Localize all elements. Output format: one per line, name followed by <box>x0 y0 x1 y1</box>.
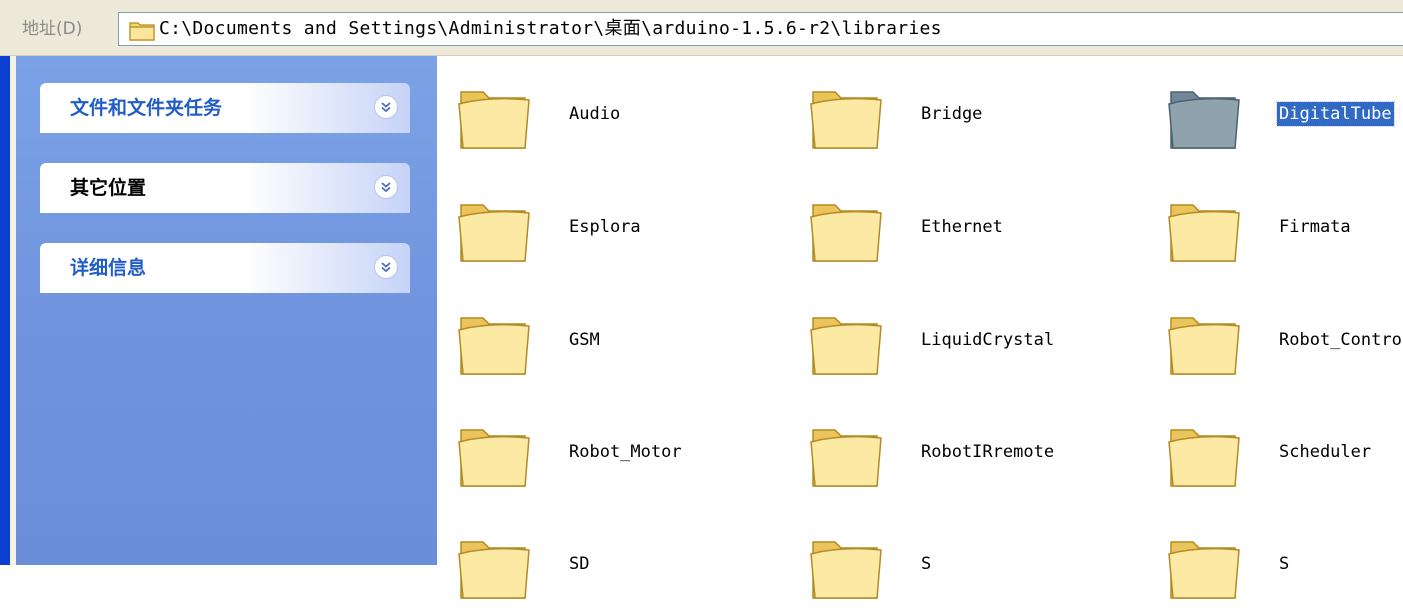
task-section-title: 文件和文件夹任务 <box>70 97 223 119</box>
folder-name: Bridge <box>921 104 983 124</box>
address-label: 地址(D) <box>22 19 83 39</box>
folder-name: S <box>1279 554 1290 574</box>
folder-icon <box>129 19 155 41</box>
task-section-title: 其它位置 <box>70 177 147 199</box>
folder-icon <box>1165 526 1245 606</box>
task-section-details[interactable]: 详细信息 <box>40 243 410 293</box>
folder-icon <box>1165 414 1245 494</box>
folder-view: Audio Bridge DigitalTube Esplora Etherne… <box>437 56 1403 599</box>
folder-icon <box>455 76 535 156</box>
folder-icon <box>807 302 887 382</box>
task-section-file-folder-tasks[interactable]: 文件和文件夹任务 <box>40 83 410 133</box>
folder-icon <box>807 526 887 606</box>
folder-icon <box>807 189 887 269</box>
folder-icon <box>455 526 535 606</box>
folder-name: Robot_Motor <box>569 442 682 462</box>
folder-icon <box>455 189 535 269</box>
folder-icon <box>455 414 535 494</box>
folder-name: LiquidCrystal <box>921 330 1055 350</box>
address-input[interactable]: C:\Documents and Settings\Administrator\… <box>118 12 1403 46</box>
chevron-double-down-icon[interactable] <box>374 175 398 199</box>
folder-icon <box>807 414 887 494</box>
folder-name: Audio <box>569 104 621 124</box>
chevron-double-down-icon[interactable] <box>374 255 398 279</box>
task-pane: 文件和文件夹任务 其它位置 详细信息 <box>16 56 437 565</box>
folder-name: Esplora <box>569 217 641 237</box>
folder-name: RobotIRremote <box>921 442 1055 462</box>
folder-name: SD <box>569 554 590 574</box>
task-section-title: 详细信息 <box>70 257 147 279</box>
folder-name: Firmata <box>1279 217 1351 237</box>
task-section-other-places[interactable]: 其它位置 <box>40 163 410 213</box>
folder-name: GSM <box>569 330 600 350</box>
folder-name: Ethernet <box>921 217 1003 237</box>
chevron-double-down-icon[interactable] <box>374 95 398 119</box>
folder-icon <box>807 76 887 156</box>
folder-icon <box>1165 76 1245 156</box>
address-bar: 地址(D) C:\Documents and Settings\Administ… <box>0 0 1403 56</box>
folder-icon <box>1165 302 1245 382</box>
folder-name: Robot_Contro <box>1279 330 1402 350</box>
folder-name: S <box>921 554 932 574</box>
address-path: C:\Documents and Settings\Administrator\… <box>159 18 942 39</box>
window-left-border <box>0 56 10 565</box>
folder-name: DigitalTube <box>1276 101 1395 127</box>
folder-icon <box>1165 189 1245 269</box>
folder-name: Scheduler <box>1279 442 1372 462</box>
folder-icon <box>455 302 535 382</box>
